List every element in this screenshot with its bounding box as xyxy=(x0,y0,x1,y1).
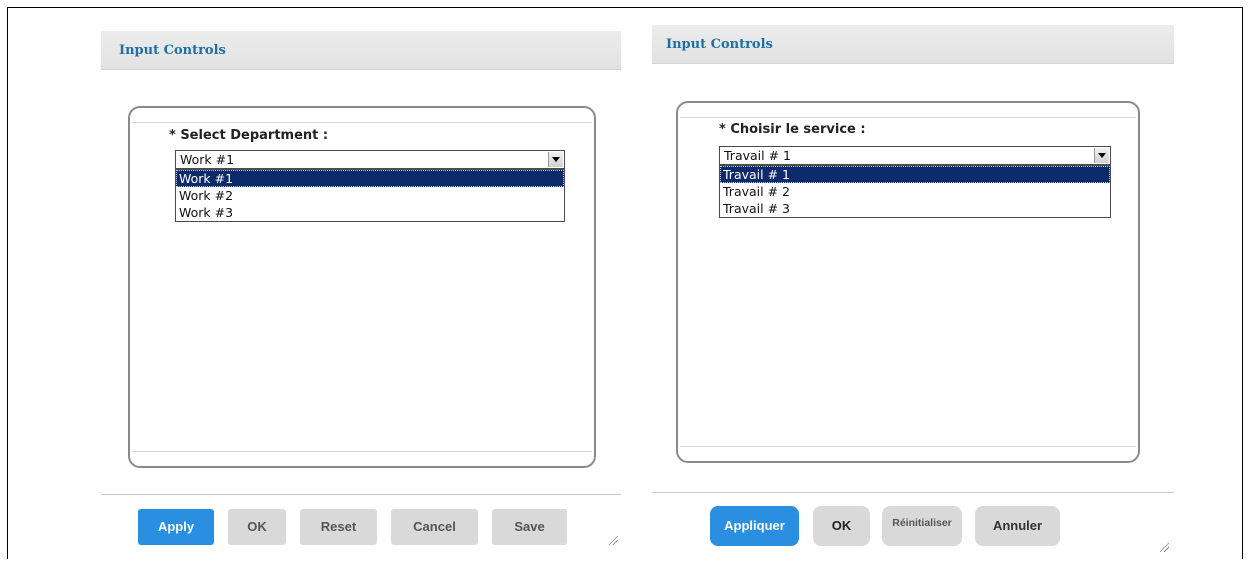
footer-divider xyxy=(652,492,1174,493)
input-controls-panel-en: Input Controls * Select Department : Wor… xyxy=(101,31,621,551)
resize-grip-icon[interactable] xyxy=(609,536,618,545)
reset-button[interactable]: Réinitialiser xyxy=(882,506,962,546)
panel-title: Input Controls xyxy=(119,43,226,58)
option-item[interactable]: Work #3 xyxy=(176,204,564,221)
apply-button[interactable]: Apply xyxy=(138,509,214,545)
option-item[interactable]: Work #1 xyxy=(176,170,564,187)
reset-button[interactable]: Reset xyxy=(300,509,377,545)
panel-titlebar: Input Controls xyxy=(652,25,1174,64)
screenshot-frame: Input Controls * Select Department : Wor… xyxy=(7,7,1243,559)
service-select[interactable]: Travail # 1 xyxy=(719,146,1111,165)
selected-value: Travail # 1 xyxy=(724,148,791,163)
selected-value: Work #1 xyxy=(180,152,235,167)
choisir-service-label: * Choisir le service : xyxy=(719,122,866,137)
option-item[interactable]: Travail # 1 xyxy=(720,166,1110,183)
department-options-list: Work #1 Work #2 Work #3 xyxy=(175,169,565,222)
cancel-button[interactable]: Cancel xyxy=(391,509,478,545)
option-item[interactable]: Travail # 3 xyxy=(720,200,1110,217)
dropdown-arrow-icon[interactable] xyxy=(1094,148,1109,163)
input-controls-panel-fr: Input Controls * Choisir le service : Tr… xyxy=(652,25,1174,559)
option-item[interactable]: Travail # 2 xyxy=(720,183,1110,200)
resize-grip-icon[interactable] xyxy=(1160,543,1169,552)
footer-divider xyxy=(101,494,621,495)
select-department-label: * Select Department : xyxy=(169,128,329,143)
service-options-list: Travail # 1 Travail # 2 Travail # 3 xyxy=(719,165,1111,218)
option-item[interactable]: Work #2 xyxy=(176,187,564,204)
apply-button[interactable]: Appliquer xyxy=(710,506,799,546)
ok-button[interactable]: OK xyxy=(813,506,870,546)
panel-titlebar: Input Controls xyxy=(101,31,621,70)
save-button[interactable]: Save xyxy=(492,509,567,545)
ok-button[interactable]: OK xyxy=(228,509,286,545)
cancel-button[interactable]: Annuler xyxy=(975,506,1060,546)
department-select[interactable]: Work #1 xyxy=(175,150,565,169)
dropdown-arrow-icon[interactable] xyxy=(548,152,563,167)
panel-title: Input Controls xyxy=(666,37,773,52)
